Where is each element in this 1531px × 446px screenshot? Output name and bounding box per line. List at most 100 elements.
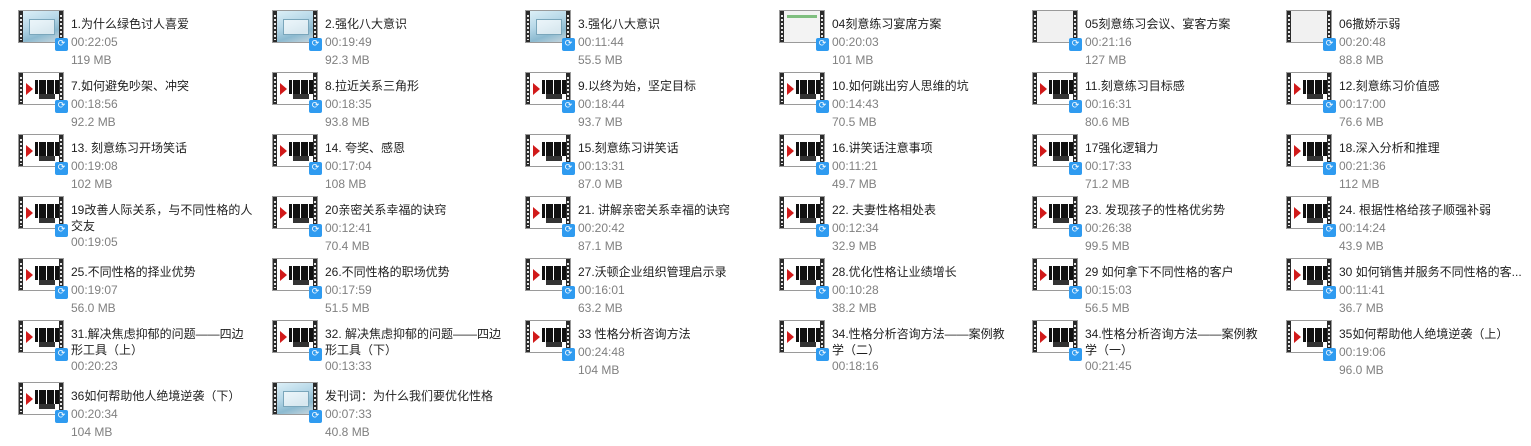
file-duration: 00:14:43 [832,97,879,111]
file-item[interactable]: ⟳ 30 如何销售并服务不同性格的客... 00:11:41 36.7 MB [1268,256,1522,316]
file-duration: 00:19:05 [71,235,118,249]
file-name: 7.如何避免吵架、冲突 [71,79,190,93]
file-name: 06撒娇示弱 [1339,17,1401,31]
file-item[interactable]: ⟳ 9.以终为始，坚定目标 00:18:44 93.7 MB [507,70,760,130]
file-item[interactable]: ⟳ 11.刻意练习目标感 00:16:31 80.6 MB [1014,70,1267,130]
thumbnail-frame [1037,259,1073,290]
file-item[interactable]: ⟳ 24. 根据性格给孩子顺强补弱 00:14:24 43.9 MB [1268,194,1521,254]
file-duration: 00:20:23 [71,359,118,373]
file-item[interactable]: ⟳ 13. 刻意练习开场笑话 00:19:08 102 MB [0,132,253,192]
file-duration: 00:18:16 [832,359,879,373]
file-item[interactable]: ⟳ 31.解决焦虑抑郁的问题——四边形工具（上） 00:20:23 [0,318,253,378]
thumbnail-frame [1291,259,1327,290]
file-item[interactable]: ⟳ 05刻意练习会议、宴客方案 00:21:16 127 MB [1014,8,1267,68]
file-name: 23. 发现孩子的性格优劣势 [1085,203,1226,217]
cloud-sync-icon: ⟳ [1323,162,1336,175]
cloud-sync-icon: ⟳ [1323,100,1336,113]
file-name: 32. 解决焦虑抑郁的问题——四边形工具（下） [325,327,502,357]
file-item[interactable]: ⟳ 17强化逻辑力 00:17:33 71.2 MB [1014,132,1267,192]
file-item[interactable]: ⟳ 35如何帮助他人绝境逆袭（上） 00:19:06 96.0 MB [1268,318,1521,378]
file-size: 88.8 MB [1339,53,1384,67]
file-size: 51.5 MB [325,301,370,315]
file-duration: 00:16:01 [578,283,625,297]
file-item[interactable]: ⟳ 发刊词：为什么我们要优化性格 00:07:33 40.8 MB [254,380,507,440]
file-size: 43.9 MB [1339,239,1384,253]
file-item[interactable]: ⟳ 2.强化八大意识 00:19:49 92.3 MB [254,8,507,68]
file-item[interactable]: ⟳ 14. 夸奖、感恩 00:17:04 108 MB [254,132,507,192]
file-item[interactable]: ⟳ 16.讲笑话注意事项 00:11:21 49.7 MB [761,132,1014,192]
thumbnail-frame [530,73,566,104]
file-item[interactable]: ⟳ 22. 夫妻性格相处表 00:12:34 32.9 MB [761,194,1014,254]
file-duration: 00:19:07 [71,283,118,297]
file-duration: 00:26:38 [1085,221,1132,235]
thumbnail-frame [277,135,313,166]
file-item[interactable]: ⟳ 27.沃顿企业组织管理启示录 00:16:01 63.2 MB [507,256,760,316]
file-size: 56.0 MB [71,301,116,315]
file-duration: 00:11:41 [1339,283,1385,297]
file-name: 13. 刻意练习开场笑话 [71,141,188,155]
file-name: 36如何帮助他人绝境逆袭（下） [71,389,241,403]
file-name: 26.不同性格的职场优势 [325,265,450,279]
file-item[interactable]: ⟳ 29 如何拿下不同性格的客户 00:15:03 56.5 MB [1014,256,1267,316]
cloud-sync-icon: ⟳ [309,348,322,361]
file-size: 119 MB [71,53,112,67]
cloud-sync-icon: ⟳ [55,162,68,175]
file-item[interactable]: ⟳ 32. 解决焦虑抑郁的问题——四边形工具（下） 00:13:33 [254,318,507,378]
file-name: 28.优化性格让业绩增长 [832,265,957,279]
file-item[interactable]: ⟳ 19改善人际关系，与不同性格的人交友 00:19:05 [0,194,253,254]
file-duration: 00:17:00 [1339,97,1386,111]
file-item[interactable]: ⟳ 12.刻意练习价值感 00:17:00 76.6 MB [1268,70,1521,130]
file-item[interactable]: ⟳ 04刻意练习宴席方案 00:20:03 101 MB [761,8,1014,68]
file-item[interactable]: ⟳ 34.性格分析咨询方法——案例教学（一） 00:21:45 [1014,318,1267,378]
file-item[interactable]: ⟳ 18.深入分析和推理 00:21:36 112 MB [1268,132,1521,192]
thumbnail-frame [23,321,59,352]
file-item[interactable]: ⟳ 36如何帮助他人绝境逆袭（下） 00:20:34 104 MB [0,380,253,440]
file-item[interactable]: ⟳ 21. 讲解亲密关系幸福的诀窍 00:20:42 87.1 MB [507,194,760,254]
file-size: 102 MB [71,177,113,191]
cloud-sync-icon: ⟳ [816,162,829,175]
file-size: 92.3 MB [325,53,370,67]
cloud-sync-icon: ⟳ [309,410,322,423]
thumbnail-frame [1037,135,1073,166]
file-name: 04刻意练习宴席方案 [832,17,942,31]
file-name: 发刊词：为什么我们要优化性格 [325,389,494,403]
thumbnail-frame [784,321,820,352]
file-duration: 00:20:03 [832,35,879,49]
file-item[interactable]: ⟳ 8.拉近关系三角形 00:18:35 93.8 MB [254,70,507,130]
file-item[interactable]: ⟳ 06撒娇示弱 00:20:48 88.8 MB [1268,8,1521,68]
thumbnail-frame [784,197,820,228]
file-size: 112 MB [1339,177,1380,191]
cloud-sync-icon: ⟳ [1069,162,1082,175]
thumbnail-frame [530,259,566,290]
file-item[interactable]: ⟳ 15.刻意练习讲笑话 00:13:31 87.0 MB [507,132,760,192]
thumbnail-frame [277,11,313,42]
file-item[interactable]: ⟳ 7.如何避免吵架、冲突 00:18:56 92.2 MB [0,70,253,130]
file-item[interactable]: ⟳ 3.强化八大意识 00:11:44 55.5 MB [507,8,760,68]
file-name: 22. 夫妻性格相处表 [832,203,937,217]
file-item[interactable]: ⟳ 1.为什么绿色讨人喜爱 00:22:05 119 MB [0,8,253,68]
file-item[interactable]: ⟳ 33 性格分析咨询方法 00:24:48 104 MB [507,318,760,378]
thumbnail-frame [277,73,313,104]
file-item[interactable]: ⟳ 23. 发现孩子的性格优劣势 00:26:38 99.5 MB [1014,194,1267,254]
file-name: 3.强化八大意识 [578,17,661,31]
file-item[interactable]: ⟳ 25.不同性格的择业优势 00:19:07 56.0 MB [0,256,253,316]
thumbnail-frame [277,259,313,290]
file-item[interactable]: ⟳ 28.优化性格让业绩增长 00:10:28 38.2 MB [761,256,1014,316]
file-name: 1.为什么绿色讨人喜爱 [71,17,190,31]
file-size: 38.2 MB [832,301,877,315]
file-name: 35如何帮助他人绝境逆袭（上） [1339,327,1509,341]
file-item[interactable]: ⟳ 10.如何跳出穷人思维的坑 00:14:43 70.5 MB [761,70,1014,130]
file-item[interactable]: ⟳ 20亲密关系幸福的诀窍 00:12:41 70.4 MB [254,194,507,254]
file-size: 80.6 MB [1085,115,1130,129]
file-name: 19改善人际关系，与不同性格的人交友 [71,203,253,233]
file-size: 104 MB [71,425,113,439]
file-item[interactable]: ⟳ 34.性格分析咨询方法——案例教学（二） 00:18:16 [761,318,1014,378]
file-name: 9.以终为始，坚定目标 [578,79,697,93]
file-size: 56.5 MB [1085,301,1130,315]
file-duration: 00:18:56 [71,97,118,111]
cloud-sync-icon: ⟳ [309,38,322,51]
file-item[interactable]: ⟳ 26.不同性格的职场优势 00:17:59 51.5 MB [254,256,507,316]
file-duration: 00:13:33 [325,359,372,373]
thumbnail-frame [1291,197,1327,228]
cloud-sync-icon: ⟳ [1323,348,1336,361]
